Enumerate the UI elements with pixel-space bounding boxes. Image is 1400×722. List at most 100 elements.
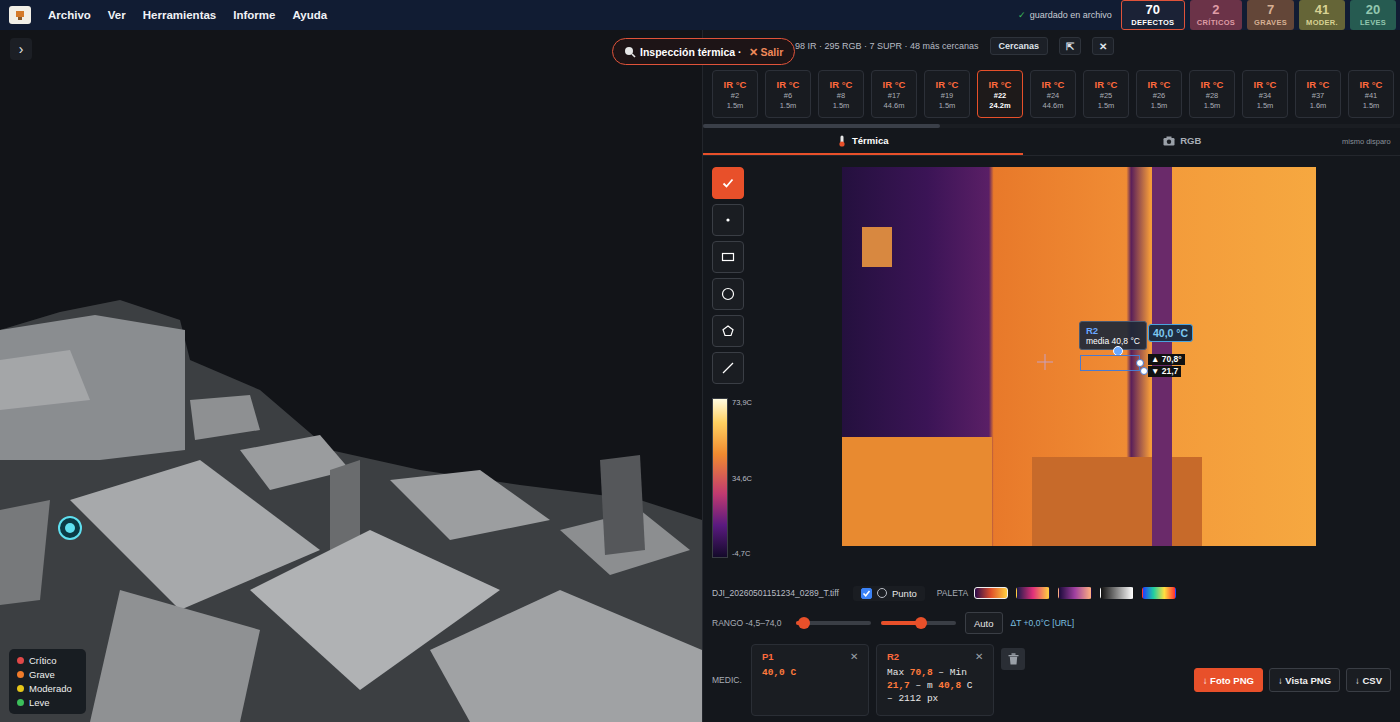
exit-button[interactable]: ✕ Salir bbox=[749, 46, 784, 58]
rect-icon bbox=[721, 250, 735, 264]
circle-tool[interactable] bbox=[712, 278, 744, 310]
region-rect[interactable] bbox=[1080, 355, 1140, 371]
mode-pill: Inspección térmica · ✕ Salir bbox=[612, 38, 795, 65]
thumbnail[interactable]: IR °C #41 1.5m bbox=[1348, 70, 1394, 118]
delete-button[interactable] bbox=[1001, 648, 1025, 670]
thumbnail[interactable]: IR °C #8 1.5m bbox=[818, 70, 864, 118]
thumbnail[interactable]: IR °C #2 1.5m bbox=[712, 70, 758, 118]
palette-swatch[interactable] bbox=[974, 587, 1008, 599]
panel-header: 98 IR · 295 RGB · 7 SUPR · 48 más cercan… bbox=[703, 30, 1400, 62]
palette-swatch[interactable] bbox=[1058, 587, 1092, 599]
thermometer-icon bbox=[837, 135, 847, 147]
inspection-panel: 98 IR · 295 RGB · 7 SUPR · 48 más cercan… bbox=[702, 30, 1400, 722]
app: Archivo Ver Herramientas Informe Ayuda ✓ gua… bbox=[0, 0, 1400, 722]
thermal-view: 73,9C 34,6C -4,7C R2 media 40,8 °C 40,0 … bbox=[703, 156, 1400, 573]
export-buttons: ↓ Foto PNG↓ Vista PNG↓ CSV bbox=[1194, 644, 1391, 716]
defect-marker[interactable] bbox=[58, 516, 82, 540]
measurements-label: MEDIC. bbox=[712, 644, 744, 716]
search-icon bbox=[624, 46, 636, 58]
thumbnail[interactable]: IR °C #25 1.5m bbox=[1083, 70, 1129, 118]
legend: CríticoGraveModeradoLeve bbox=[9, 649, 86, 714]
crosshair-icon bbox=[1037, 354, 1053, 370]
measurement-card[interactable]: P1 ✕ 40,0 C bbox=[751, 644, 869, 716]
point-checkbox[interactable] bbox=[861, 588, 872, 599]
close-button[interactable]: ✕ bbox=[1092, 37, 1114, 55]
range-label: RANGO -4,5–74,0 bbox=[712, 618, 796, 628]
thumbnail[interactable]: IR °C #34 1.5m bbox=[1242, 70, 1288, 118]
defect-counter[interactable]: 20 LEVES bbox=[1350, 0, 1396, 30]
sidebar-toggle[interactable]: › bbox=[10, 38, 32, 60]
menu-item[interactable]: Ayuda bbox=[292, 9, 327, 21]
point-tool[interactable] bbox=[712, 204, 744, 236]
tab-bar: Térmica RGB mismo disparo bbox=[703, 128, 1400, 156]
thumbnail-strip: IR °C #2 1.5mIR °C #6 1.5mIR °C #8 1.5mI… bbox=[703, 62, 1400, 118]
tab[interactable]: RGB bbox=[1023, 128, 1343, 155]
menu: Archivo Ver Herramientas Informe Ayuda bbox=[48, 9, 327, 21]
thermal-image[interactable]: R2 media 40,8 °C 40,0 °C ▲ 70,8° ▼ 21,7 bbox=[842, 167, 1316, 546]
nearby-button[interactable]: Cercanas bbox=[990, 37, 1049, 55]
legend-item: Leve bbox=[17, 697, 78, 708]
export-button[interactable]: ↓ CSV bbox=[1346, 668, 1391, 692]
export-button[interactable]: ↓ Vista PNG bbox=[1269, 668, 1340, 692]
app-logo-icon[interactable] bbox=[9, 6, 31, 24]
defect-counter[interactable]: 7 GRAVES bbox=[1247, 0, 1294, 30]
menu-item[interactable]: Informe bbox=[233, 9, 275, 21]
thumbnail[interactable]: IR °C #37 1.6m bbox=[1295, 70, 1341, 118]
defect-counter[interactable]: 70 DEFECTOS bbox=[1121, 0, 1185, 30]
polygon-icon bbox=[721, 324, 735, 338]
line-icon bbox=[721, 361, 735, 375]
check-tool[interactable] bbox=[712, 167, 744, 199]
thumbnail[interactable]: IR °C #22 24.2m bbox=[977, 70, 1023, 118]
check-icon: ✓ bbox=[1018, 10, 1026, 20]
tabs-note: mismo disparo bbox=[1342, 128, 1400, 155]
menu-item[interactable]: Ver bbox=[108, 9, 126, 21]
point-icon bbox=[721, 213, 735, 227]
delta-link[interactable]: ΔT +0,0°C [URL] bbox=[1011, 618, 1074, 628]
auto-button[interactable]: Auto bbox=[965, 612, 1003, 634]
legend-item: Grave bbox=[17, 669, 78, 680]
menu-bar: Archivo Ver Herramientas Informe Ayuda ✓ gua… bbox=[0, 0, 1400, 30]
point-value: 40,0 °C bbox=[1148, 324, 1193, 342]
polygon-tool[interactable] bbox=[712, 315, 744, 347]
thumbnail[interactable]: IR °C #17 44.6m bbox=[871, 70, 917, 118]
range-slider[interactable] bbox=[796, 621, 871, 625]
range-slider[interactable] bbox=[881, 621, 956, 625]
palette-swatch[interactable] bbox=[1016, 587, 1050, 599]
export-button[interactable]: ↓ Foto PNG bbox=[1194, 668, 1263, 692]
remove-button[interactable]: ✕ bbox=[850, 651, 858, 662]
defect-counters: 70 DEFECTOS2 CRÍTICOS7 GRAVES41 MODER.20… bbox=[1121, 0, 1396, 30]
menu-item[interactable]: Herramientas bbox=[143, 9, 217, 21]
point-radio[interactable] bbox=[877, 588, 887, 598]
line-tool[interactable] bbox=[712, 352, 744, 384]
palette-swatch[interactable] bbox=[1100, 587, 1134, 599]
check-icon bbox=[721, 176, 735, 190]
save-status: ✓ guardado en archivo bbox=[1018, 10, 1112, 20]
trash-icon bbox=[1008, 653, 1019, 665]
thumbnail[interactable]: IR °C #6 1.5m bbox=[765, 70, 811, 118]
region-tooltip: R2 media 40,8 °C bbox=[1079, 321, 1147, 350]
menu-item[interactable]: Archivo bbox=[48, 9, 91, 21]
point-cloud bbox=[0, 30, 702, 722]
region-min: ▼ 21,7 bbox=[1148, 366, 1181, 377]
defect-counter[interactable]: 2 CRÍTICOS bbox=[1190, 0, 1242, 30]
circle-icon bbox=[721, 287, 735, 301]
camera-icon bbox=[1163, 136, 1175, 146]
remove-button[interactable]: ✕ bbox=[975, 651, 983, 662]
summary: 98 IR · 295 RGB · 7 SUPR · 48 más cercan… bbox=[795, 41, 979, 51]
defect-counter[interactable]: 41 MODER. bbox=[1299, 0, 1345, 30]
toolbar bbox=[712, 167, 772, 384]
file-name: DJI_20260501151234_0289_T.tiff bbox=[712, 588, 853, 598]
legend-item: Crítico bbox=[17, 655, 78, 666]
color-scale: 73,9C 34,6C -4,7C bbox=[712, 398, 772, 558]
3d-viewer[interactable]: › CríticoGraveModeradoLeve bbox=[0, 30, 702, 722]
thumbnail[interactable]: IR °C #26 1.5m bbox=[1136, 70, 1182, 118]
thumbnail[interactable]: IR °C #24 44.6m bbox=[1030, 70, 1076, 118]
palette-swatch[interactable] bbox=[1142, 587, 1176, 599]
thumbnail[interactable]: IR °C #19 1.5m bbox=[924, 70, 970, 118]
measurement-card[interactable]: R2 ✕ Max 70,8 – Min 21,7 – m 40,8 C – 21… bbox=[876, 644, 994, 716]
palette-options bbox=[974, 587, 1176, 599]
tab[interactable]: Térmica bbox=[703, 128, 1023, 155]
thumbnail[interactable]: IR °C #28 1.5m bbox=[1189, 70, 1235, 118]
expand-button[interactable]: ⇱ bbox=[1059, 37, 1081, 55]
rect-tool[interactable] bbox=[712, 241, 744, 273]
